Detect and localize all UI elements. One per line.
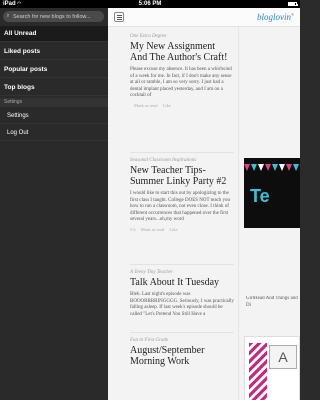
post-source[interactable]: Fun in First Grade [130, 338, 234, 343]
striped-pattern [249, 343, 267, 400]
post-excerpt: Please excuse my absence. It has been a … [130, 67, 232, 98]
sidebar-item-log-out[interactable]: Log Out [0, 125, 108, 141]
search-icon: ⌕ [6, 13, 10, 19]
logo-text: bloglovin [256, 12, 291, 22]
post-preview-text-column: GirlHead And Things and Di [242, 296, 300, 332]
mark-as-read-link[interactable]: Mark as read [134, 103, 158, 108]
post-source[interactable]: A Teeny Tiny Teacher [130, 270, 234, 275]
post-card[interactable]: Fun in First Grade August/September Morn… [130, 338, 234, 367]
search-input[interactable] [13, 13, 101, 20]
sidebar-item-popular-posts[interactable]: Popular posts [0, 62, 108, 78]
bloglovin-logo[interactable]: bloglovin® [257, 12, 294, 22]
post-excerpt: Bleh. Last night's episode was BOOORRRRI… [130, 292, 234, 317]
post-separator [130, 264, 234, 265]
post-source[interactable]: One Extra Degree [130, 34, 234, 39]
sidebar-item-settings[interactable]: Settings [0, 108, 108, 124]
post-thumbnail-column: A [242, 336, 300, 400]
sidebar-item-all-unread[interactable]: All Unread [0, 26, 108, 42]
feed-panel: bloglovin® One Extra Degree My New Assig… [108, 8, 300, 400]
post-title[interactable]: Talk About It Tuesday [130, 277, 234, 288]
hamburger-icon-line [116, 16, 122, 18]
battery-level [289, 3, 295, 5]
logo-mark: ® [290, 12, 294, 17]
post-thumbnail[interactable]: A [244, 336, 300, 400]
post-card[interactable]: One Extra Degree My New Assignment And T… [130, 34, 234, 108]
mark-as-read-link[interactable]: Mark as read [141, 227, 165, 232]
post-card[interactable]: Seasonal Classroom Inspirations New Teac… [130, 158, 234, 232]
post-time: 5 h [130, 226, 136, 232]
post-separator [130, 152, 234, 153]
post-meta: Mark as read Like [130, 103, 234, 108]
post-meta: 5 h Mark as read Like [130, 227, 234, 232]
like-link[interactable]: Like [169, 227, 177, 232]
thumbnail-text: Te [250, 186, 270, 206]
post-title[interactable]: August/September Morning Work [130, 345, 234, 367]
post-title[interactable]: New Teacher Tips-Summer Linky Party #2 [130, 165, 234, 187]
status-bar: iPad ◠ 5:06 PM [0, 0, 300, 8]
post-source[interactable]: Seasonal Classroom Inspirations [130, 158, 234, 163]
menu-button[interactable] [114, 12, 124, 22]
post-separator [130, 332, 234, 333]
post-card[interactable]: A Teeny Tiny Teacher Talk About It Tuesd… [130, 270, 234, 318]
post-thumbnail[interactable]: Te [244, 158, 300, 228]
hamburger-icon-line [116, 14, 122, 16]
top-bar: bloglovin® [108, 8, 300, 27]
battery-icon [288, 2, 298, 6]
clock: 5:06 PM [138, 1, 162, 7]
settings-section-label: Settings [0, 98, 108, 107]
post-title[interactable]: My New Assignment And The Author's Craft… [130, 41, 234, 63]
like-link[interactable]: Like [163, 103, 171, 108]
hamburger-icon-line [116, 18, 122, 20]
search-box[interactable]: ⌕ [3, 11, 104, 22]
sidebar: ⌕ All Unread Liked posts Popular posts T… [0, 8, 108, 400]
bunting-decoration [244, 164, 299, 171]
post-excerpt: I would like to start this out by apolog… [130, 191, 231, 222]
sidebar-item-liked-posts[interactable]: Liked posts [0, 44, 108, 60]
thumbnail-letter: A [269, 345, 297, 369]
column-divider [238, 27, 239, 400]
sidebar-item-top-blogs[interactable]: Top blogs [0, 80, 108, 96]
post-thumbnail-column: Te [242, 158, 300, 238]
post-preview-text: GirlHead And Things and Di [246, 296, 298, 308]
